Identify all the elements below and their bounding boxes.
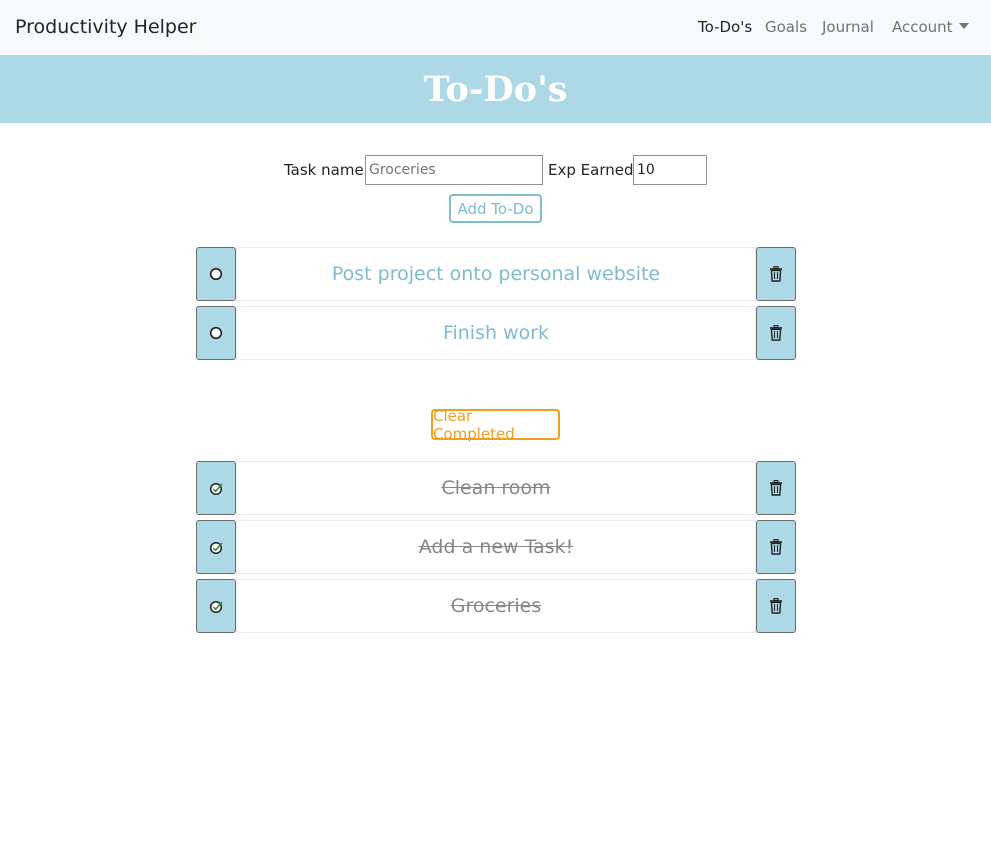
nav-link-journal[interactable]: Journal: [822, 17, 874, 37]
complete-toggle-button[interactable]: [196, 461, 236, 515]
trash-icon: [770, 480, 782, 496]
exp-earned-label: Exp Earned:: [548, 161, 639, 179]
add-todo-button[interactable]: Add To-Do: [449, 194, 542, 223]
completed-title: Groceries: [236, 579, 756, 633]
task-name-input[interactable]: [365, 155, 543, 185]
completed-item: Add a new Task!: [196, 520, 796, 574]
delete-button[interactable]: [756, 520, 796, 574]
completed-item: Groceries: [196, 579, 796, 633]
todo-item: Post project onto personal website: [196, 247, 796, 301]
complete-toggle-button[interactable]: [196, 247, 236, 301]
add-todo-form: Task name: Exp Earned:: [0, 155, 991, 185]
trash-icon: [770, 598, 782, 614]
check-circle-icon: [209, 541, 223, 554]
nav-dropdown-account[interactable]: Account: [892, 17, 969, 37]
trash-icon: [770, 266, 782, 282]
delete-button[interactable]: [756, 247, 796, 301]
delete-button[interactable]: [756, 579, 796, 633]
task-name-label: Task name:: [284, 161, 369, 179]
circle-icon: [209, 326, 223, 340]
nav-link-todos[interactable]: To-Do's: [698, 17, 752, 37]
check-circle-icon: [209, 600, 223, 613]
trash-icon: [770, 325, 782, 341]
trash-icon: [770, 539, 782, 555]
chevron-down-icon: [958, 23, 969, 29]
completed-item: Clean room: [196, 461, 796, 515]
completed-title: Clean room: [236, 461, 756, 515]
nav-account-label: Account: [892, 18, 953, 36]
brand-title[interactable]: Productivity Helper: [15, 15, 197, 39]
page-header: To-Do's: [0, 55, 991, 123]
page-title: To-Do's: [423, 68, 568, 110]
completed-title: Add a new Task!: [236, 520, 756, 574]
exp-earned-input[interactable]: [633, 155, 707, 185]
nav-link-goals[interactable]: Goals: [765, 17, 807, 37]
complete-toggle-button[interactable]: [196, 579, 236, 633]
todo-title: Post project onto personal website: [236, 247, 756, 301]
todo-item: Finish work: [196, 306, 796, 360]
check-circle-icon: [209, 482, 223, 495]
complete-toggle-button[interactable]: [196, 306, 236, 360]
todo-title: Finish work: [236, 306, 756, 360]
clear-completed-button[interactable]: Clear Completed: [431, 407, 560, 443]
navbar: Productivity Helper To-Do's Goals Journa…: [0, 0, 991, 55]
complete-toggle-button[interactable]: [196, 520, 236, 574]
circle-icon: [209, 267, 223, 281]
delete-button[interactable]: [756, 306, 796, 360]
delete-button[interactable]: [756, 461, 796, 515]
